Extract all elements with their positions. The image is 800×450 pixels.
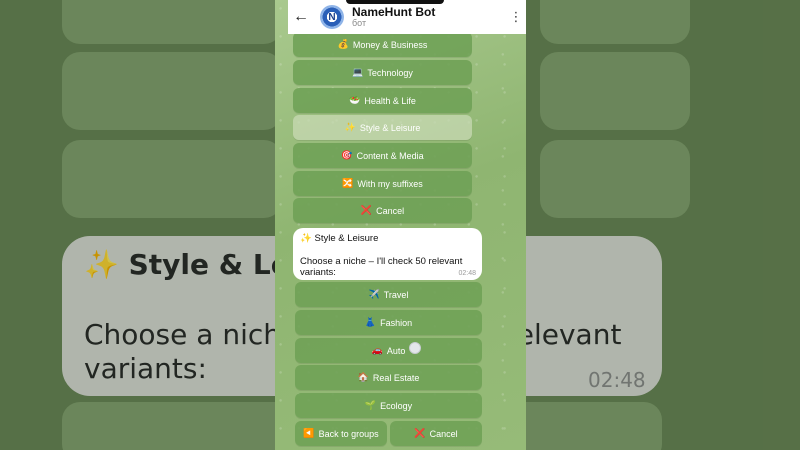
button-label: Fashion: [380, 317, 413, 328]
back-arrow-icon: ◀️: [303, 428, 315, 438]
button-label: Auto: [386, 345, 406, 356]
message-title-text: Style & Leisure: [314, 233, 379, 244]
button-label: Cancel: [429, 428, 458, 439]
niche-button-real-estate[interactable]: 🏠 Real Estate: [295, 365, 482, 390]
message-text: Choose a niche – I'll check 50 relevant …: [300, 256, 463, 278]
dress-icon: 👗: [364, 317, 377, 327]
button-label: Cancel: [376, 205, 405, 216]
button-label: Style & Leisure: [359, 122, 421, 133]
button-label: With my suffixes: [357, 178, 423, 189]
kebab-menu-icon[interactable]: ⋮: [506, 9, 526, 25]
cross-mark-icon: ❌: [414, 428, 426, 438]
group-button-content[interactable]: 🎯 Content & Media: [293, 143, 472, 168]
chat-title: NameHunt Bot: [352, 4, 436, 19]
back-arrow-icon[interactable]: ←: [288, 0, 314, 34]
laptop-icon: 💻: [352, 67, 364, 77]
button-label: Technology: [367, 67, 413, 78]
button-label: Money & Business: [352, 39, 428, 50]
target-icon: 🎯: [341, 150, 353, 160]
button-label: Back to groups: [318, 428, 379, 439]
button-label: Ecology: [380, 400, 413, 411]
cross-mark-icon: ❌: [360, 205, 373, 215]
group-button-technology[interactable]: 💻 Technology: [293, 60, 472, 85]
chat-header: ← N NameHunt Bot бот ⋮: [288, 0, 526, 34]
back-to-groups-button[interactable]: ◀️ Back to groups: [295, 421, 387, 446]
car-icon: 🚗: [371, 345, 383, 355]
button-label: Real Estate: [372, 372, 420, 383]
button-label: Health & Life: [364, 95, 416, 106]
shuffle-icon: 🔀: [342, 178, 354, 188]
camera-notch: [346, 0, 444, 4]
chat-subtitle: бот: [352, 17, 367, 28]
touch-indicator: [409, 342, 421, 354]
house-icon: 🏠: [357, 372, 369, 382]
money-bag-icon: 💰: [337, 39, 349, 49]
bg-dim-right: [526, 0, 800, 450]
message-bubble: ✨ Style & Leisure Choose a niche – I'll …: [293, 228, 482, 280]
cancel-button[interactable]: ❌ Cancel: [390, 421, 482, 446]
button-label: Content & Media: [356, 150, 424, 161]
bg-dim-left: [0, 0, 275, 450]
airplane-icon: ✈️: [368, 289, 380, 299]
niche-button-auto[interactable]: 🚗 Auto: [295, 338, 482, 363]
sparkles-icon: ✨: [344, 122, 356, 132]
bot-avatar[interactable]: N: [320, 5, 344, 29]
niche-button-ecology[interactable]: 🌱 Ecology: [295, 393, 482, 418]
niche-button-travel[interactable]: ✈️ Travel: [295, 282, 482, 307]
sparkles-icon: ✨: [300, 233, 312, 244]
chat-title-block[interactable]: NameHunt Bot бот: [352, 6, 506, 28]
group-button-suffixes[interactable]: 🔀 With my suffixes: [293, 171, 472, 196]
seedling-icon: 🌱: [364, 400, 377, 410]
niche-button-fashion[interactable]: 👗 Fashion: [295, 310, 482, 335]
group-button-money[interactable]: 💰 Money & Business: [293, 32, 472, 57]
message-title: ✨ Style & Leisure: [300, 233, 475, 244]
group-button-style[interactable]: ✨ Style & Leisure: [293, 115, 472, 140]
group-button-health[interactable]: 🥗 Health & Life: [293, 88, 472, 113]
salad-icon: 🥗: [349, 95, 361, 105]
group-button-cancel[interactable]: ❌ Cancel: [293, 198, 472, 223]
button-label: Travel: [383, 289, 409, 300]
message-time: 02:48: [458, 270, 476, 277]
